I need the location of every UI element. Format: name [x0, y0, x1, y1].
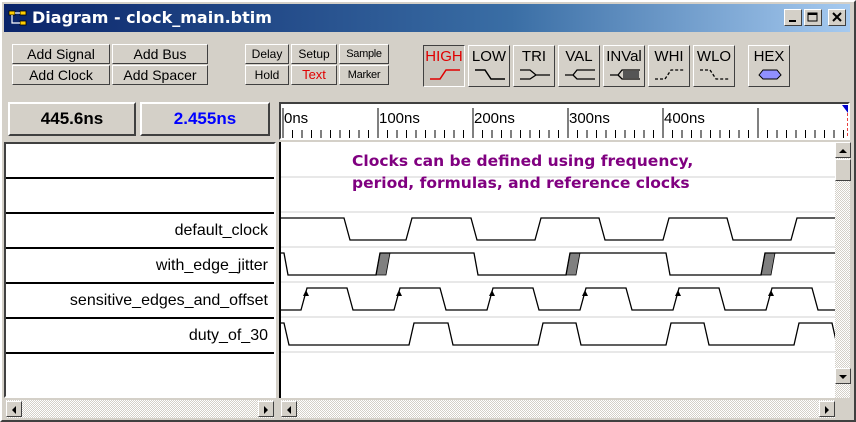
- state-low-button[interactable]: LOW: [468, 45, 510, 87]
- signal-name: sensitive_edges_and_offset: [69, 292, 268, 309]
- text-button[interactable]: Text: [291, 65, 337, 85]
- ruler-label-4: 400ns: [664, 110, 705, 127]
- hex-bus-icon: [758, 69, 782, 80]
- annotation-line-1: Clocks can be defined using frequency,: [352, 152, 694, 170]
- signal-row-sensitive-edges[interactable]: sensitive_edges_and_offset: [6, 284, 274, 319]
- state-wlo-button[interactable]: WLO: [693, 45, 735, 87]
- maximize-icon: [807, 12, 818, 22]
- sensitive-edge-arrow-icon: [303, 290, 309, 296]
- weak-low-wave-icon: [700, 69, 730, 80]
- signal-name: duty_of_30: [188, 327, 268, 344]
- wave-with-edge-jitter: [281, 252, 835, 276]
- state-high-label: HIGH: [425, 48, 463, 65]
- diagram-app-icon: [8, 10, 27, 26]
- signal-name: with_edge_jitter: [155, 257, 268, 274]
- ruler-label-0: 0ns: [284, 110, 309, 127]
- state-whi-label: WHI: [654, 48, 684, 65]
- maximize-button[interactable]: [804, 9, 822, 26]
- title-bar[interactable]: Diagram - clock_main.btim: [4, 4, 850, 32]
- sample-button[interactable]: Sample: [339, 44, 389, 64]
- state-low-label: LOW: [471, 48, 507, 65]
- signal-row-blank-2[interactable]: [6, 179, 274, 214]
- wave-horizontal-scrollbar[interactable]: [281, 400, 835, 418]
- vertical-scrollbar[interactable]: [835, 142, 851, 398]
- delta-time-display: 2.455ns: [140, 102, 270, 136]
- name-horizontal-scrollbar[interactable]: [6, 400, 274, 418]
- signal-row-with-edge-jitter[interactable]: with_edge_jitter: [6, 249, 274, 284]
- signal-name-column: default_clock with_edge_jitter sensitive…: [4, 142, 276, 398]
- minimize-icon: [789, 20, 796, 22]
- ruler-label-1: 100ns: [379, 110, 420, 127]
- state-tri-button[interactable]: TRI: [513, 45, 555, 87]
- sensitive-edge-arrow-icon: [675, 290, 681, 296]
- scroll-up-button[interactable]: [835, 142, 851, 158]
- signal-row-default-clock[interactable]: default_clock: [6, 214, 274, 249]
- add-spacer-button[interactable]: Add Spacer: [112, 65, 208, 85]
- state-hex-label: HEX: [753, 48, 785, 65]
- invalid-wave-icon: [610, 69, 640, 80]
- annotation-text: Clocks can be defined using frequency, p…: [352, 150, 782, 194]
- signal-row-blank-1[interactable]: [6, 144, 274, 179]
- ruler-ticks: [282, 108, 844, 138]
- sensitive-edge-arrow-icon: [582, 290, 588, 296]
- low-wave-icon: [475, 69, 505, 80]
- state-wlo-label: WLO: [696, 48, 732, 65]
- wave-default-clock: [281, 217, 835, 241]
- wave-duty-of-30: [281, 322, 835, 346]
- state-val-button[interactable]: VAL: [558, 45, 600, 87]
- sensitive-edge-arrow-icon: [396, 290, 402, 296]
- wave-sensitive-edges: [281, 287, 835, 311]
- wave-scroll-left-button[interactable]: [281, 401, 297, 417]
- scroll-down-button[interactable]: [835, 368, 851, 384]
- state-tri-label: TRI: [521, 48, 547, 65]
- scroll-thumb[interactable]: [835, 159, 851, 181]
- wave-scroll-right-button[interactable]: [819, 401, 835, 417]
- state-hex-button[interactable]: HEX: [748, 45, 790, 87]
- arrow-up-icon: [839, 149, 847, 153]
- toolbar: Add Signal Add Bus Add Clock Add Spacer …: [4, 33, 850, 99]
- arrow-right-icon: [264, 406, 268, 414]
- state-inval-label: INVal: [606, 48, 642, 65]
- cursor-time-display: 445.6ns: [8, 102, 136, 136]
- ruler-label-3: 300ns: [569, 110, 610, 127]
- close-button[interactable]: [828, 9, 846, 26]
- annotation-line-2: period, formulas, and reference clocks: [352, 174, 690, 192]
- signal-row-duty-of-30[interactable]: duty_of_30: [6, 319, 274, 354]
- arrow-down-icon: [839, 375, 847, 379]
- sensitive-edge-arrow-icon: [768, 290, 774, 296]
- state-inval-button[interactable]: INVal: [603, 45, 645, 87]
- time-ruler[interactable]: 0ns 100ns 200ns 300ns 400ns: [279, 102, 850, 140]
- arrow-left-icon: [287, 406, 291, 414]
- minimize-button[interactable]: [784, 9, 802, 26]
- weak-high-wave-icon: [655, 69, 685, 80]
- sensitive-edge-arrow-icon: [489, 290, 495, 296]
- diagram-window: Diagram - clock_main.btim Add Signal Add…: [0, 0, 856, 422]
- valid-wave-icon: [565, 69, 595, 80]
- ruler-label-2: 200ns: [474, 110, 515, 127]
- marker-button[interactable]: Marker: [339, 65, 389, 85]
- window-title: Diagram - clock_main.btim: [32, 8, 272, 27]
- arrow-left-icon: [12, 406, 16, 414]
- state-high-button[interactable]: HIGH: [423, 45, 465, 87]
- cursor-marker-icon[interactable]: [841, 104, 850, 140]
- setup-button[interactable]: Setup: [291, 44, 337, 64]
- arrow-right-icon: [825, 406, 829, 414]
- delay-button[interactable]: Delay: [245, 44, 289, 64]
- close-icon: [832, 12, 842, 22]
- add-signal-button[interactable]: Add Signal: [12, 44, 110, 64]
- state-val-label: VAL: [565, 48, 593, 65]
- add-bus-button[interactable]: Add Bus: [112, 44, 208, 64]
- scroll-right-button[interactable]: [258, 401, 274, 417]
- state-whi-button[interactable]: WHI: [648, 45, 690, 87]
- signal-name: default_clock: [174, 222, 268, 239]
- hold-button[interactable]: Hold: [245, 65, 289, 85]
- scroll-left-button[interactable]: [6, 401, 22, 417]
- high-wave-icon: [430, 69, 460, 80]
- add-clock-button[interactable]: Add Clock: [12, 65, 110, 85]
- tristate-wave-icon: [520, 69, 550, 80]
